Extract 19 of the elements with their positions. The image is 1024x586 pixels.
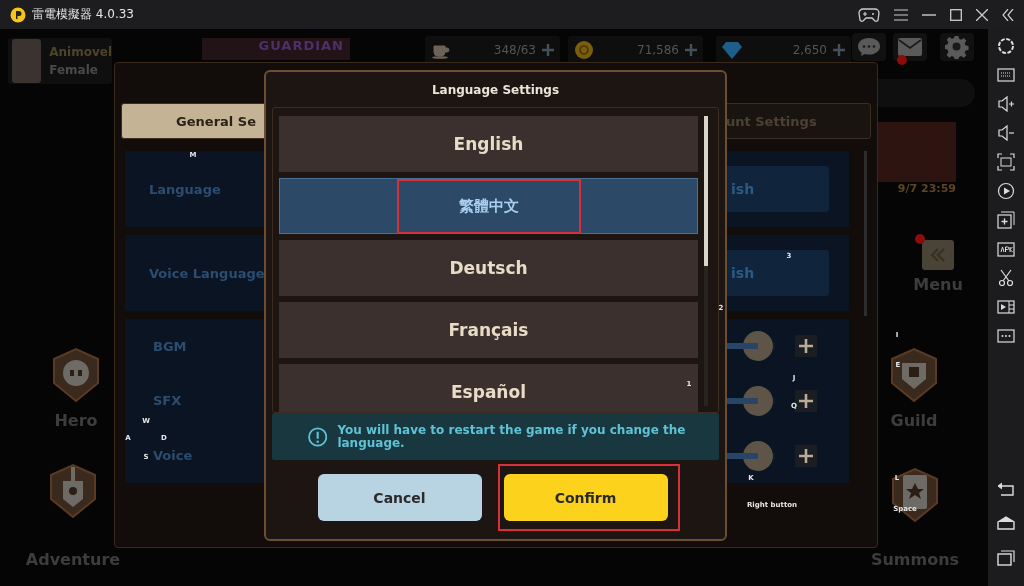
menu-label: Menu <box>912 275 964 294</box>
slider-label: SFX <box>153 393 183 409</box>
currency-amount: 71,586 <box>637 43 679 57</box>
nav-label: Adventure <box>24 550 122 569</box>
currency-amount: 2,650 <box>792 43 827 57</box>
nav-label: Hero <box>53 411 99 430</box>
player-gender: Female <box>49 63 99 77</box>
nav-label: Guild <box>889 411 939 430</box>
setting-label: Language <box>149 181 222 197</box>
nav-label: Summons <box>869 550 961 569</box>
player-name: Animovel <box>49 45 112 59</box>
dialog-title: Language Settings <box>430 81 561 99</box>
currency-amount: 348/63 <box>493 43 536 57</box>
setting-label: Voice Language <box>149 265 266 281</box>
window-title: 雷電模擬器 4.0.33 <box>32 6 134 23</box>
slider-label: Voice <box>153 448 193 464</box>
notice-text: You will have to restart the game if you change the language. <box>337 423 687 450</box>
event-date: 9/7 23:59 <box>896 182 956 195</box>
slider-label: BGM <box>153 338 188 354</box>
